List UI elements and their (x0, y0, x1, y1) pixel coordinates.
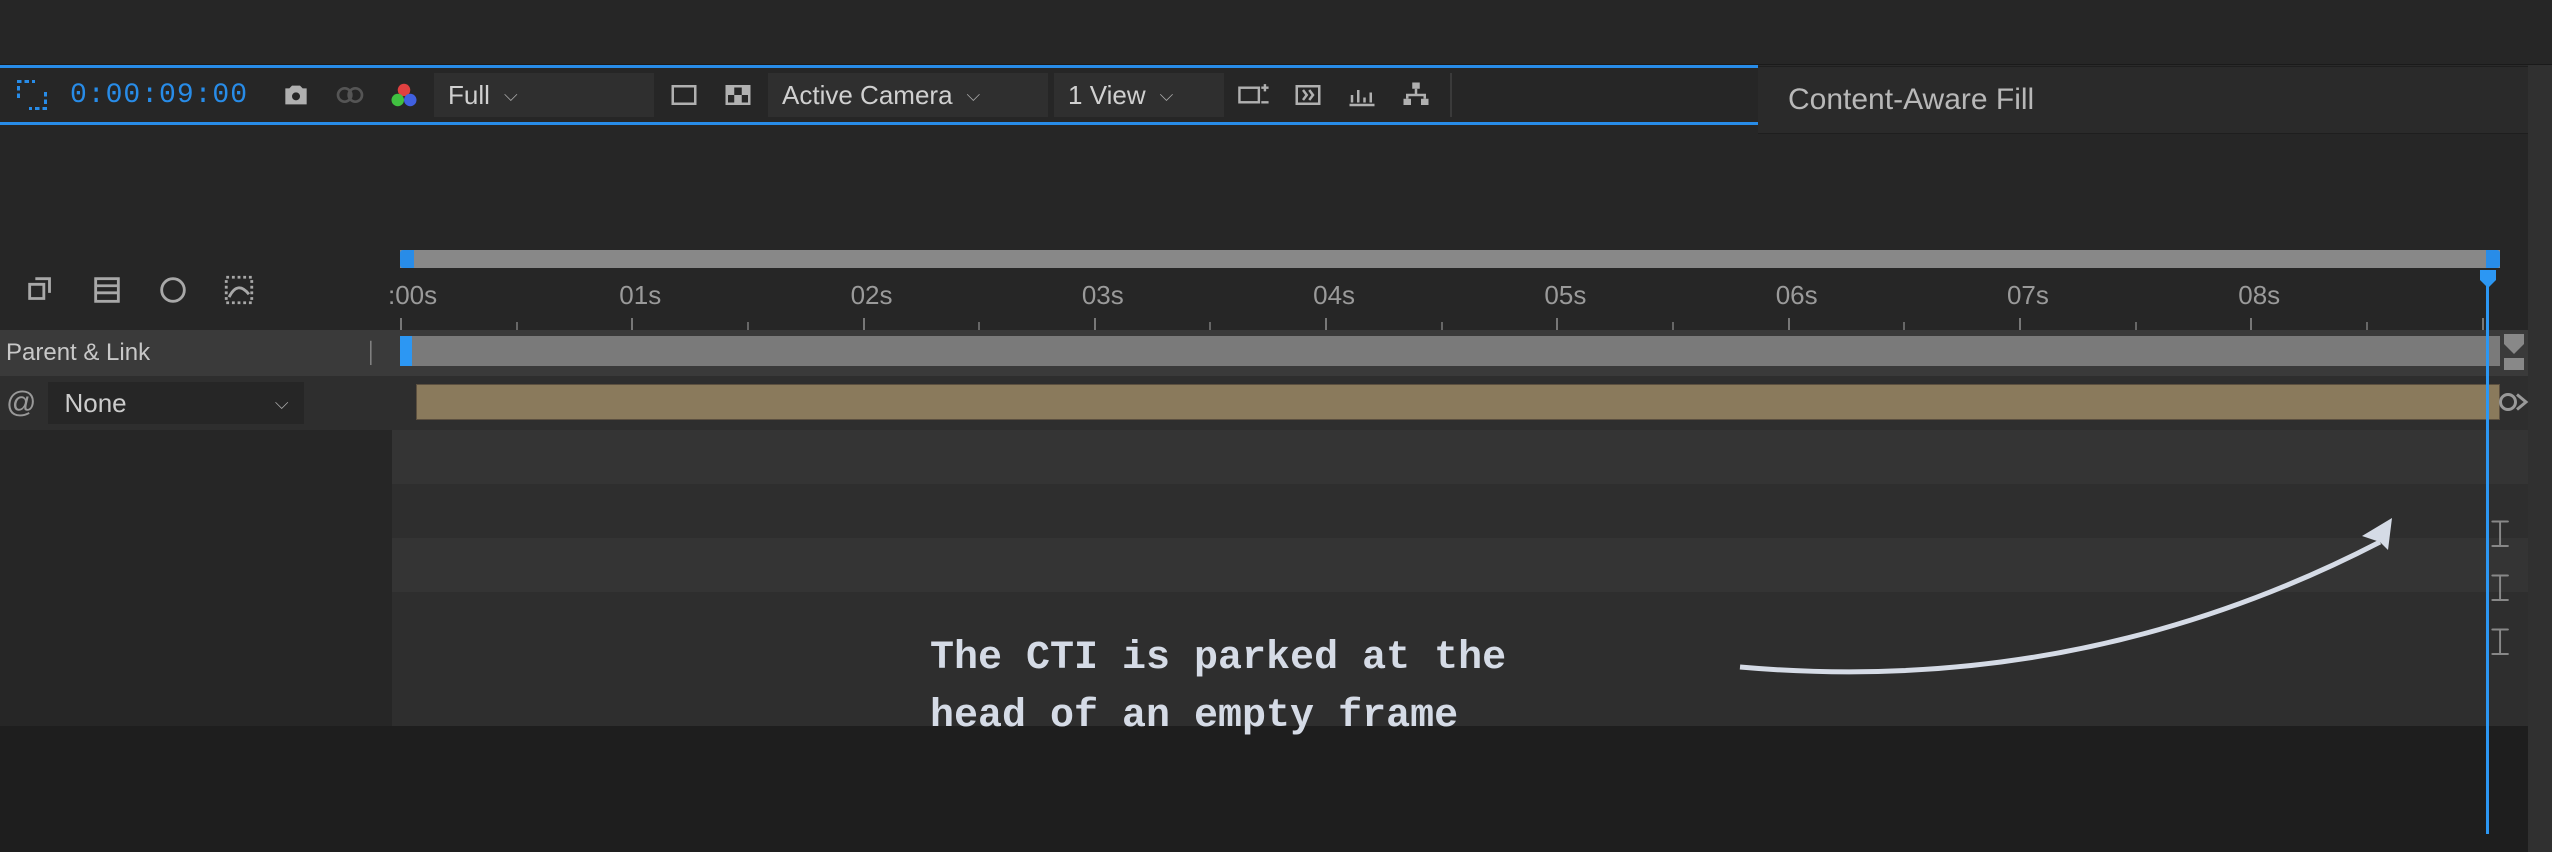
snapshot-icon[interactable] (272, 71, 320, 119)
timeline-icon[interactable] (1338, 71, 1386, 119)
navigator-start-handle[interactable] (400, 250, 414, 268)
chevron-down-icon: ⌵ (1160, 85, 1174, 106)
tick-label: 05s (1544, 280, 1586, 311)
checker-icon[interactable] (714, 71, 762, 119)
panel-caf-label: Content-Aware Fill (1788, 83, 2034, 117)
empty-row (0, 430, 2528, 484)
tick-label: :00s (388, 280, 437, 311)
preview-toolbar: 0:00:09:00 Full ⌵ Active Camera ⌵ 1 View… (0, 65, 1758, 125)
current-time-indicator[interactable] (2486, 274, 2489, 834)
parent-pickwhip-icon[interactable]: @ (6, 386, 36, 420)
parent-link-header: Parent & Link │ (0, 330, 392, 376)
annotation-line2: head of an empty frame (930, 688, 1506, 746)
current-timecode[interactable]: 0:00:09:00 (62, 80, 266, 111)
ibeam-marker-icon: 𝙸 (2486, 620, 2514, 665)
chevron-down-icon: ⌵ (275, 393, 289, 414)
pixel-aspect-icon[interactable] (1230, 71, 1278, 119)
cti-playhead-icon[interactable] (2476, 268, 2500, 292)
tick-label: 06s (1776, 280, 1818, 311)
motion-blur-icon[interactable] (152, 269, 194, 311)
tick-label: 04s (1313, 280, 1355, 311)
annotation-text: The CTI is parked at the head of an empt… (930, 630, 1506, 746)
resolution-select[interactable]: Full ⌵ (434, 73, 654, 117)
flowchart-icon[interactable] (1392, 71, 1440, 119)
tick-label: 03s (1082, 280, 1124, 311)
ibeam-marker-icon: 𝙸 (2486, 512, 2514, 557)
navigator-end-handle[interactable] (2486, 250, 2500, 268)
show-snapshot-icon (326, 71, 374, 119)
empty-row (0, 484, 2528, 538)
blend-mode-icon[interactable] (20, 269, 62, 311)
parent-link-row: Parent & Link │ (0, 330, 2528, 376)
layer-track[interactable] (392, 376, 2528, 430)
views-label: 1 View (1068, 80, 1146, 111)
parent-dropdown[interactable]: None ⌵ (48, 382, 304, 424)
chevron-down-icon: ⌵ (967, 85, 981, 106)
comp-end-marker-icon (2502, 334, 2526, 370)
time-ruler[interactable]: :00s 01s 02s 03s 04s 05s 06s 07s 08s (392, 250, 2528, 330)
layer-controls: @ None ⌵ (0, 376, 392, 430)
layer-switches-icon[interactable] (2496, 384, 2532, 420)
tick-label: 02s (851, 280, 893, 311)
transparency-grid-icon[interactable] (660, 71, 708, 119)
layer-duration-bar[interactable] (416, 384, 2500, 420)
track-matte-icon[interactable] (86, 269, 128, 311)
time-ticks: :00s 01s 02s 03s 04s 05s 06s 07s 08s (400, 274, 2500, 330)
time-navigator[interactable] (400, 250, 2500, 268)
chevron-down-icon: ⌵ (504, 85, 518, 106)
region-of-interest-icon[interactable] (8, 71, 56, 119)
layer-row: @ None ⌵ (0, 376, 2528, 430)
toolbar-divider (1450, 73, 1452, 117)
right-scrollbar[interactable] (2528, 0, 2552, 852)
ibeam-marker-icon: 𝙸 (2486, 566, 2514, 611)
empty-row (0, 538, 2528, 592)
work-area-start-handle[interactable] (400, 336, 412, 366)
panel-content-aware-fill[interactable]: Content-Aware Fill (1758, 67, 2528, 134)
timeline-header: :00s 01s 02s 03s 04s 05s 06s 07s 08s (0, 250, 2528, 330)
views-select[interactable]: 1 View ⌵ (1054, 73, 1224, 117)
parent-dropdown-label: None (64, 388, 126, 419)
tick-label: 01s (619, 280, 661, 311)
timeline-header-controls (0, 250, 392, 330)
work-area-track[interactable] (392, 330, 2528, 376)
channel-icon[interactable] (380, 71, 428, 119)
resolution-label: Full (448, 80, 490, 111)
graph-editor-icon[interactable] (218, 269, 260, 311)
preview-panel-strip (0, 0, 2552, 65)
column-divider-icon[interactable]: │ (366, 342, 379, 365)
camera-select[interactable]: Active Camera ⌵ (768, 73, 1048, 117)
tick-label: 07s (2007, 280, 2049, 311)
fast-preview-icon[interactable] (1284, 71, 1332, 119)
work-area-bar[interactable] (400, 336, 2500, 366)
annotation-line1: The CTI is parked at the (930, 630, 1506, 688)
tick-label: 08s (2238, 280, 2280, 311)
parent-link-label: Parent & Link (6, 339, 150, 367)
panel-gap (0, 125, 2528, 250)
camera-label: Active Camera (782, 80, 953, 111)
